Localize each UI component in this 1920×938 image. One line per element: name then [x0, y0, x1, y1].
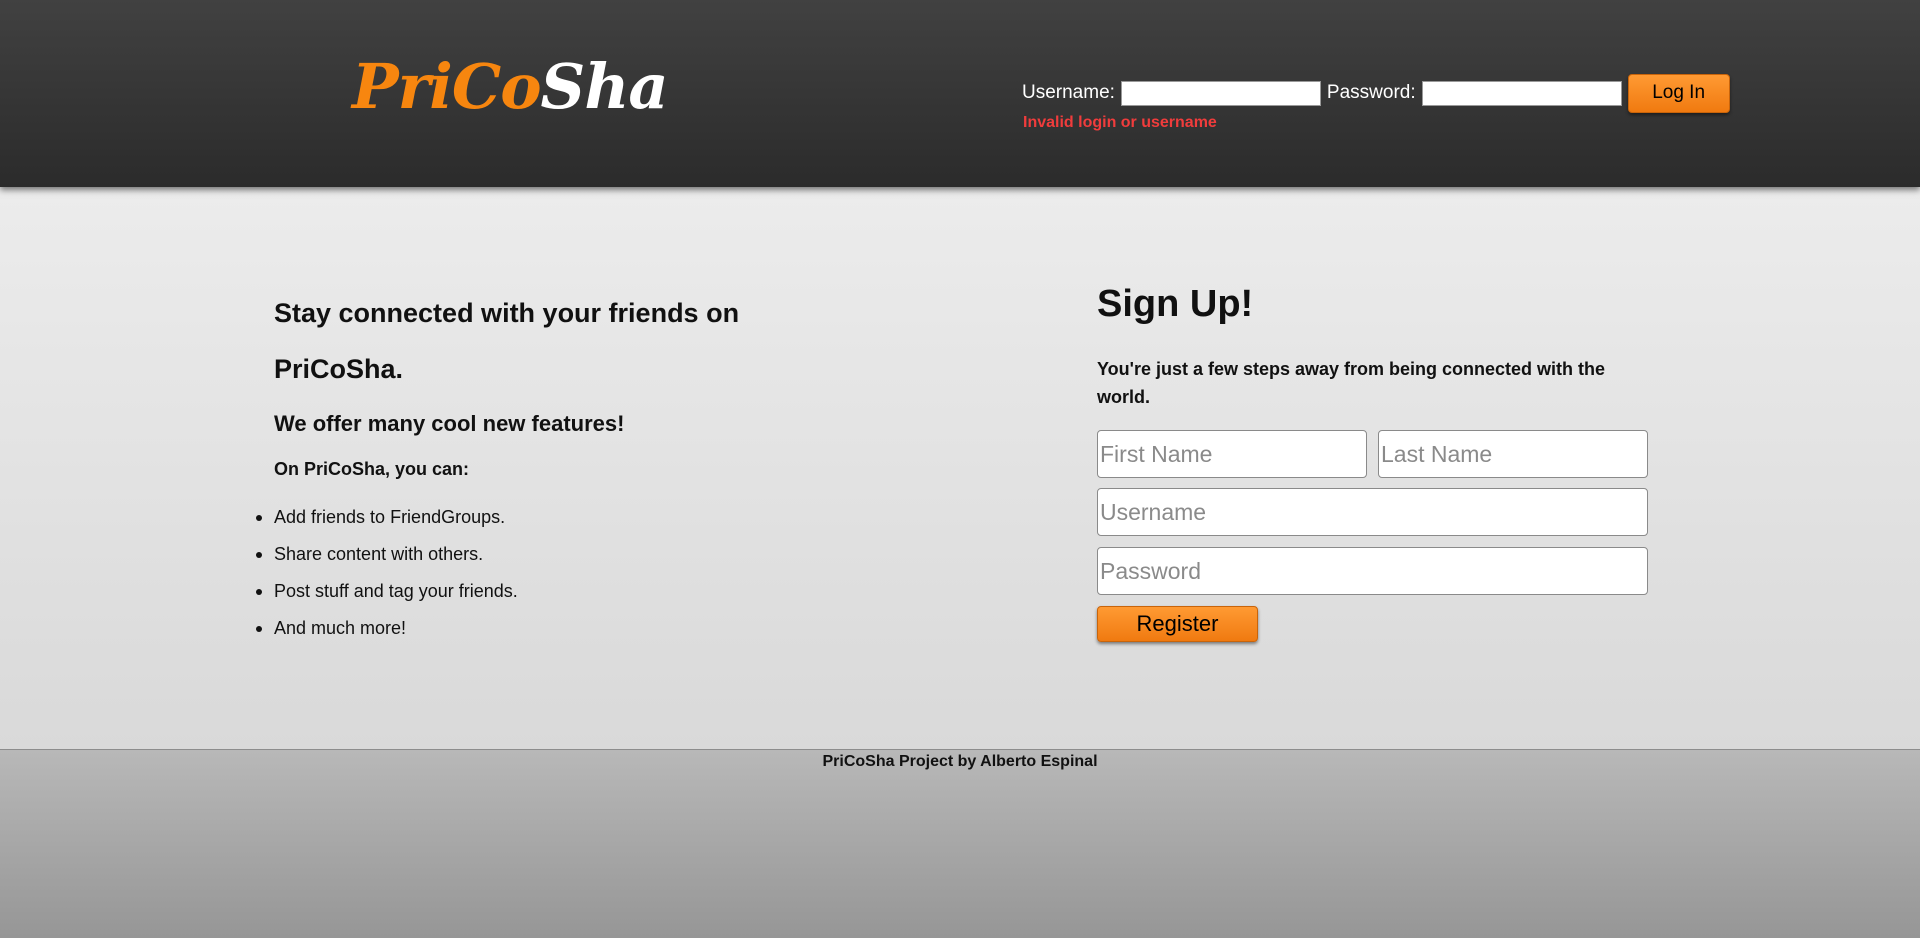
- feature-item: And much more!: [256, 617, 518, 654]
- first-name-input[interactable]: [1097, 430, 1367, 478]
- password-label: Password:: [1326, 82, 1416, 103]
- signup-password-input[interactable]: [1097, 547, 1648, 595]
- logo-part-co: Co: [451, 50, 542, 123]
- last-name-input[interactable]: [1378, 430, 1648, 478]
- login-button[interactable]: Log In: [1627, 73, 1730, 113]
- login-password-input[interactable]: [1421, 80, 1622, 106]
- logo-part-sha: Sha: [540, 50, 669, 123]
- feature-item: Share content with others.: [256, 543, 518, 580]
- feature-item: Add friends to FriendGroups.: [256, 506, 518, 543]
- login-form: Username: Password: Log In: [1022, 73, 1730, 113]
- site-header: PriCoSha Username: Password: Log In Inva…: [0, 0, 1920, 187]
- logo-part-pri: Pri: [352, 50, 453, 123]
- username-label: Username:: [1022, 82, 1115, 103]
- main-content: Stay connected with your friends on PriC…: [0, 187, 1920, 749]
- footer-credit: PriCoSha Project by Alberto Espinal: [822, 753, 1098, 770]
- login-error-message: Invalid login or username: [1023, 114, 1217, 131]
- site-footer: PriCoSha Project by Alberto Espinal: [0, 749, 1920, 938]
- features-intro: On PriCoSha, you can:: [274, 459, 470, 479]
- signup-username-input[interactable]: [1097, 488, 1648, 536]
- feature-list: Add friends to FriendGroups. Share conte…: [256, 506, 518, 654]
- signup-title: Sign Up!: [1097, 283, 1254, 325]
- pricosha-logo[interactable]: PriCoSha: [352, 42, 669, 132]
- register-button[interactable]: Register: [1097, 606, 1258, 642]
- login-username-input[interactable]: [1120, 80, 1321, 106]
- intro-headline: Stay connected with your friends on PriC…: [274, 298, 740, 384]
- signup-description: You're just a few steps away from being …: [1097, 359, 1606, 407]
- feature-item: Post stuff and tag your friends.: [256, 580, 518, 617]
- intro-subheading: We offer many cool new features!: [274, 411, 625, 436]
